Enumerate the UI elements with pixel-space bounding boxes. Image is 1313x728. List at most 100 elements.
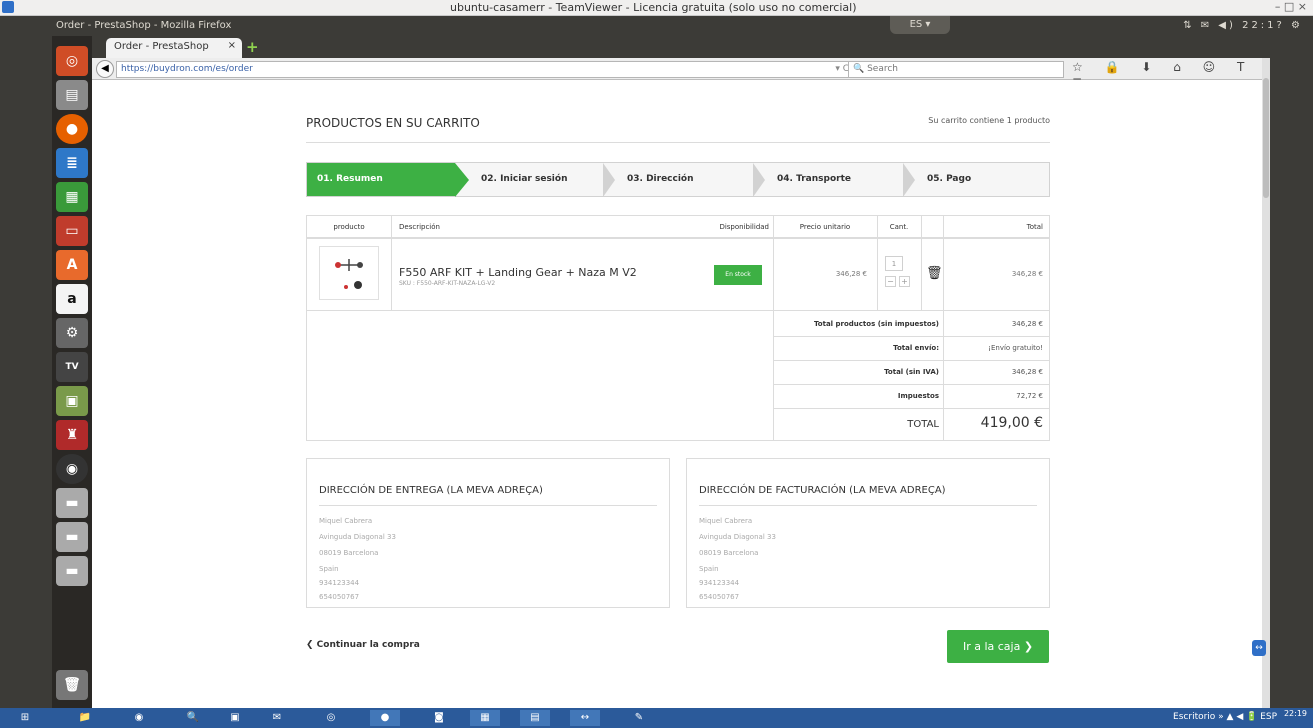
drone-icon <box>335 259 363 289</box>
teamviewer-task-icon[interactable]: ↔ <box>570 710 600 726</box>
step-summary[interactable]: 01. Resumen <box>307 163 455 196</box>
quantity-input[interactable]: 1 <box>885 256 903 271</box>
back-button[interactable]: ◀ <box>96 60 114 78</box>
product-thumbnail[interactable] <box>319 246 379 300</box>
step-address[interactable]: 03. Dirección <box>627 163 694 196</box>
step-arrow <box>903 163 915 197</box>
windows-taskbar: ⊞ 📁 ◉ 🔍 ▣ ✉ ◎ ● ◙ ▦ ▤ ↔ ✎ Escritorio » ▲… <box>0 708 1313 728</box>
product-name[interactable]: F550 ARF KIT + Landing Gear + Naza M V2 <box>399 266 637 279</box>
step-arrow <box>455 163 469 197</box>
url-bar[interactable]: https://buydron.com/es/order ▾ C <box>116 61 856 78</box>
search-placeholder: Search <box>867 64 898 74</box>
teamviewer-launcher-icon[interactable]: TV <box>56 352 88 382</box>
line-total: 346,28 € <box>1011 270 1043 278</box>
step-arrow <box>753 163 765 197</box>
scrollbar[interactable] <box>1262 58 1270 708</box>
reload-icon[interactable]: ▾ C <box>835 64 849 74</box>
mail-icon[interactable]: ✉ <box>262 710 292 726</box>
row-divider <box>773 408 1049 409</box>
writer-icon[interactable]: ≣ <box>56 148 88 178</box>
col-qty: Cant. <box>877 216 921 238</box>
checkout-content: PRODUCTOS EN SU CARRITO Su carrito conti… <box>306 80 1050 708</box>
new-tab-icon[interactable]: + <box>246 38 259 56</box>
page-viewport: PRODUCTOS EN SU CARRITO Su carrito conti… <box>92 80 1262 708</box>
summary-value: 346,28 € <box>1011 368 1043 376</box>
network-icon[interactable]: ▤ <box>520 710 550 726</box>
trash-launcher-icon[interactable]: 🗑 <box>56 670 88 700</box>
amazon-icon[interactable]: a <box>56 284 88 314</box>
explorer-icon[interactable]: 📁 <box>70 710 100 726</box>
archive-icon[interactable]: ▣ <box>56 386 88 416</box>
firefox-icon[interactable]: ● <box>56 114 88 144</box>
dash-icon[interactable]: ◎ <box>56 46 88 76</box>
chrome-icon[interactable]: ● <box>370 710 400 726</box>
search-input[interactable]: 🔍 Search <box>848 61 1064 78</box>
summary-value: 346,28 € <box>1011 320 1043 328</box>
camera-icon[interactable]: ◙ <box>424 710 454 726</box>
summary-label: Total (sin IVA) <box>884 368 939 376</box>
teamviewer-title: ubuntu-casamerr - TeamViewer - Licencia … <box>450 1 857 14</box>
office-icon[interactable]: ◎ <box>316 710 346 726</box>
navigation-bar: ◀ https://buydron.com/es/order ▾ C 🔍 Sea… <box>92 58 1262 88</box>
address-line: 934123344 <box>699 579 740 587</box>
scrollbar-thumb[interactable] <box>1263 78 1269 198</box>
drive-icon-2[interactable]: ▬ <box>56 522 88 552</box>
address-line: Spain <box>319 565 339 573</box>
search-task-icon[interactable]: 🔍 <box>178 710 208 726</box>
qty-plus-button[interactable]: + <box>899 276 910 287</box>
col-availability: Disponibilidad <box>693 216 773 238</box>
update-icon[interactable]: ◉ <box>56 454 88 484</box>
system-tray[interactable]: Escritorio » ▲ ◀ 🔋 ESP <box>1173 712 1277 722</box>
cart-table: producto Descripción Disponibilidad Prec… <box>306 215 1050 441</box>
summary-value: 72,72 € <box>1016 392 1043 400</box>
delete-icon[interactable]: 🗑 <box>926 266 943 281</box>
divider <box>319 505 657 506</box>
tab-close-icon[interactable]: × <box>228 40 236 51</box>
files-icon[interactable]: ▤ <box>56 80 88 110</box>
drive-icon-3[interactable]: ▬ <box>56 556 88 586</box>
paint-icon[interactable]: ✎ <box>624 710 654 726</box>
address-line: Miquel Cabrera <box>699 517 753 525</box>
start-icon[interactable]: ⊞ <box>10 710 40 726</box>
unit-price: 346,28 € <box>835 270 867 278</box>
continue-shopping-link[interactable]: ❮ Continuar la compra <box>306 640 420 650</box>
qty-minus-button[interactable]: − <box>885 276 896 287</box>
tab-order-prestashop[interactable]: Order - PrestaShop × <box>106 38 242 58</box>
monitor-icon[interactable]: ▦ <box>470 710 500 726</box>
address-line: Spain <box>699 565 719 573</box>
summary-label: Impuestos <box>897 392 939 400</box>
window-icon[interactable]: ▣ <box>220 710 250 726</box>
col-product: producto <box>307 216 391 238</box>
row-divider <box>307 310 1049 311</box>
step-payment[interactable]: 05. Pago <box>927 163 971 196</box>
impress-icon[interactable]: ▭ <box>56 216 88 246</box>
address-line: 08019 Barcelona <box>319 549 379 557</box>
settings-icon[interactable]: ⚙ <box>56 318 88 348</box>
row-divider <box>773 384 1049 385</box>
wine-icon[interactable]: ♜ <box>56 420 88 450</box>
teamviewer-panel-icon[interactable]: ↔ <box>1252 640 1266 656</box>
address-line: Avinguda Diagonal 33 <box>319 533 396 541</box>
total-label: TOTAL <box>907 419 939 430</box>
software-center-icon[interactable]: A <box>56 250 88 280</box>
step-shipping[interactable]: 04. Transporte <box>777 163 851 196</box>
calc-icon[interactable]: ▦ <box>56 182 88 212</box>
media-icon[interactable]: ◉ <box>124 710 154 726</box>
col-delete <box>921 216 943 238</box>
delivery-address-box: DIRECCIÓN DE ENTREGA (LA MEVA ADREÇA) Mi… <box>306 458 670 608</box>
status-area[interactable]: ⇅ ✉ ◀) 22:1? ⚙ <box>1183 20 1303 31</box>
summary-label: Total envío: <box>893 344 939 352</box>
window-controls[interactable]: – □ × <box>1275 0 1307 13</box>
step-login[interactable]: 02. Iniciar sesión <box>481 163 567 196</box>
address-line: Avinguda Diagonal 33 <box>699 533 776 541</box>
drive-icon-1[interactable]: ▬ <box>56 488 88 518</box>
billing-address-box: DIRECCIÓN DE FACTURACIÓN (LA MEVA ADREÇA… <box>686 458 1050 608</box>
billing-title: DIRECCIÓN DE FACTURACIÓN (LA MEVA ADREÇA… <box>699 485 946 496</box>
address-line: 654050767 <box>319 593 360 601</box>
keyboard-layout-indicator[interactable]: ES ▾ <box>890 16 950 34</box>
checkout-button[interactable]: Ir a la caja ❯ <box>947 630 1049 663</box>
col-unit-price: Precio unitario <box>773 216 877 238</box>
tab-strip: Order - PrestaShop × + <box>102 36 1262 58</box>
ubuntu-top-panel: Order - PrestaShop - Mozilla Firefox ES … <box>0 16 1313 38</box>
teamviewer-titlebar: ubuntu-casamerr - TeamViewer - Licencia … <box>0 0 1313 16</box>
